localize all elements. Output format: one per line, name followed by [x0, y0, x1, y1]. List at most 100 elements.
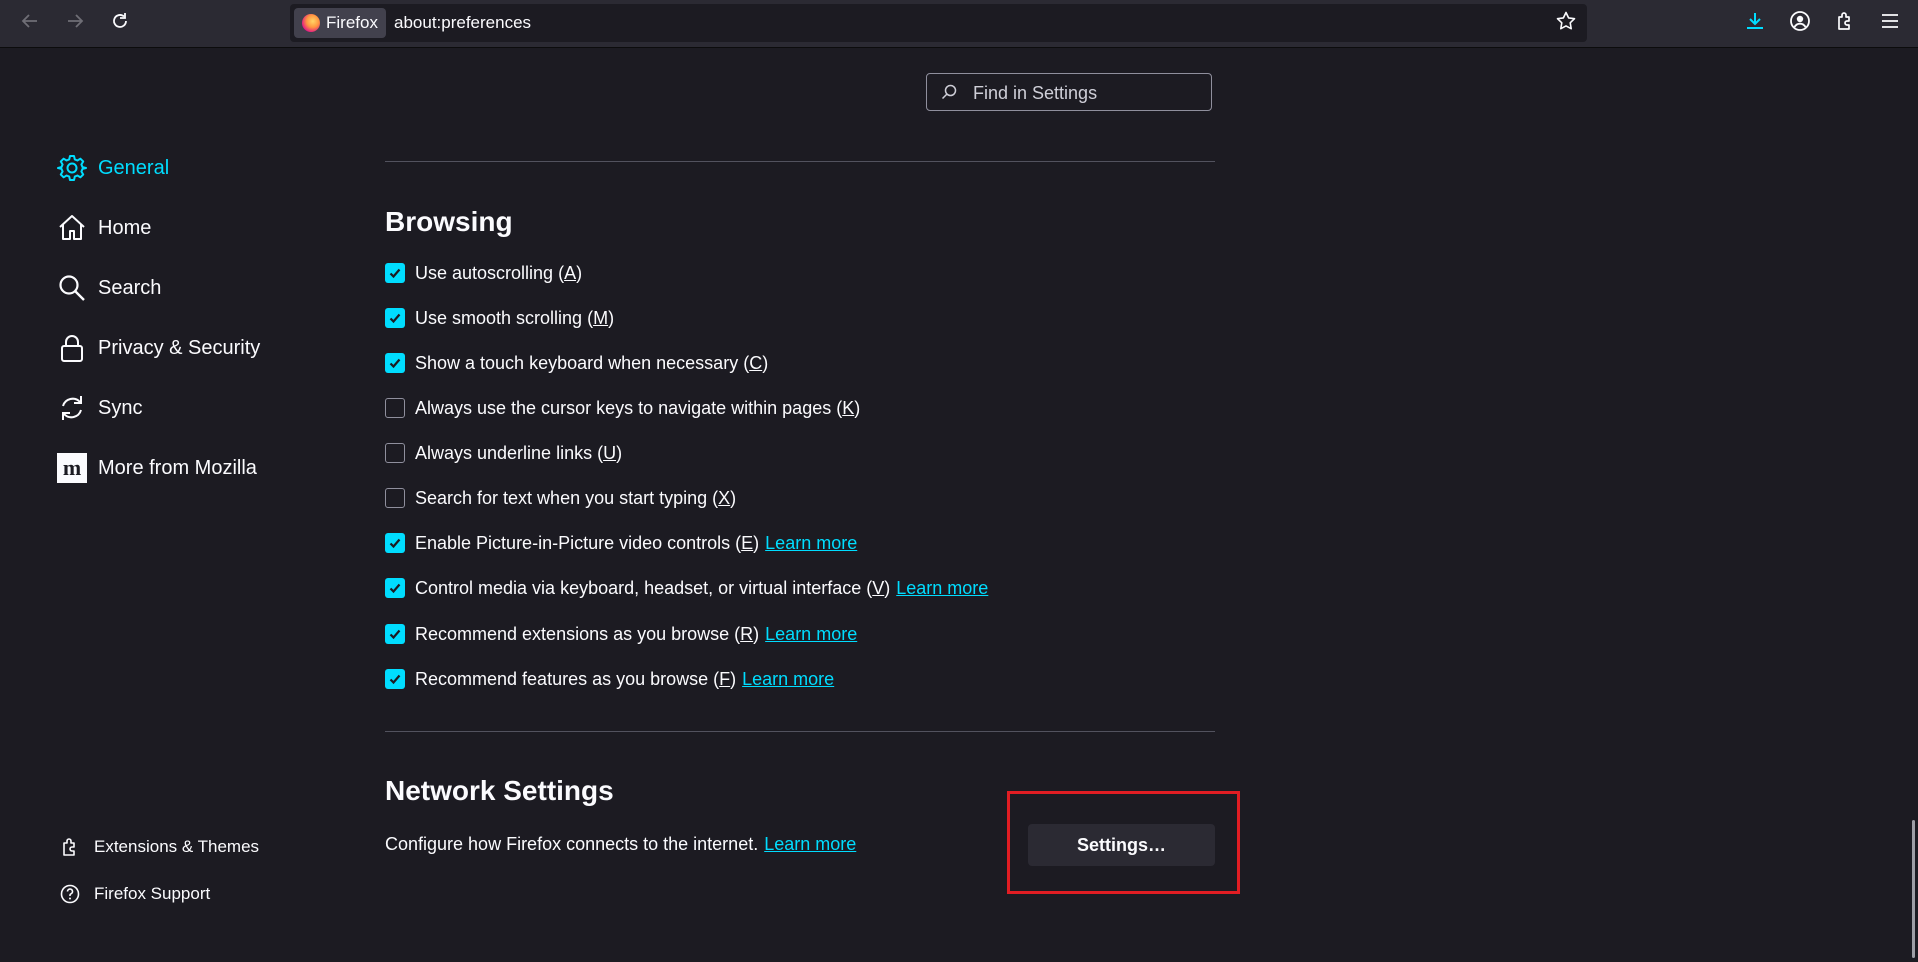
learn-more-link[interactable]: Learn more — [765, 533, 857, 554]
option-label-end: ) — [884, 577, 891, 598]
back-button[interactable] — [15, 8, 45, 38]
account-icon — [1789, 10, 1811, 37]
scrollbar-thumb[interactable] — [1912, 820, 1915, 958]
access-key: K — [842, 397, 855, 418]
option-label: Recommend features as you browse ( — [415, 668, 720, 689]
network-description: Configure how Firefox connects to the in… — [385, 834, 856, 855]
option-label: Use autoscrolling ( — [415, 262, 565, 283]
sidebar-item-label: General — [98, 156, 170, 179]
find-in-settings-input[interactable] — [971, 81, 1205, 105]
option-label: Use smooth scrolling ( — [415, 307, 594, 328]
checkbox[interactable] — [385, 533, 405, 553]
option-label: Always underline links ( — [415, 442, 604, 463]
search-icon — [941, 84, 957, 105]
browsing-option[interactable]: Always use the cursor keys to navigate w… — [385, 395, 860, 421]
section-divider — [385, 161, 1215, 162]
downloads-button[interactable] — [1740, 8, 1770, 38]
sidebar-item-more-from-mozilla[interactable]: m More from Mozilla — [56, 451, 257, 485]
checkmark-icon — [389, 583, 401, 594]
option-label: Show a touch keyboard when necessary ( — [415, 352, 750, 373]
access-key: C — [749, 352, 763, 373]
browsing-option[interactable]: Recommend extensions as you browse (R) Le… — [385, 621, 857, 647]
account-button[interactable] — [1785, 8, 1815, 38]
checkbox[interactable] — [385, 443, 405, 463]
access-key: R — [740, 623, 754, 644]
svg-text:m: m — [63, 455, 81, 480]
sidebar-firefox-support-link[interactable]: Firefox Support — [58, 881, 210, 907]
access-key: X — [718, 487, 731, 508]
sidebar-extensions-themes-link[interactable]: Extensions & Themes — [58, 834, 259, 860]
access-key: M — [593, 307, 609, 328]
sidebar-item-label: Sync — [98, 396, 143, 419]
checkmark-icon — [389, 358, 401, 369]
option-label-end: ) — [753, 623, 760, 644]
forward-button[interactable] — [60, 8, 90, 38]
url-text[interactable]: about:preferences — [394, 13, 531, 33]
sidebar-item-privacy[interactable]: Privacy & Security — [56, 331, 260, 365]
checkbox[interactable] — [385, 624, 405, 644]
browsing-option[interactable]: Recommend features as you browse (F) Lear… — [385, 666, 834, 692]
url-bar[interactable]: Firefox about:preferences — [290, 4, 1587, 42]
network-description-text: Configure how Firefox connects to the in… — [385, 834, 759, 854]
find-in-settings-box[interactable] — [926, 73, 1212, 111]
checkbox[interactable] — [385, 669, 405, 689]
mozilla-icon: m — [56, 452, 88, 484]
checkmark-icon — [389, 629, 401, 640]
extensions-button[interactable] — [1830, 8, 1860, 38]
identity-box[interactable]: Firefox — [294, 8, 386, 38]
sidebar-footer-label: Firefox Support — [94, 884, 211, 903]
browsing-option[interactable]: Use smooth scrolling (M) — [385, 305, 614, 331]
sidebar-item-search[interactable]: Search — [56, 271, 161, 305]
checkbox[interactable] — [385, 578, 405, 598]
option-label-end: ) — [576, 262, 583, 283]
access-key: E — [741, 532, 754, 553]
reload-button[interactable] — [105, 8, 135, 38]
puzzle-icon — [1834, 10, 1856, 37]
arrow-left-icon — [20, 11, 40, 36]
network-learn-more-link[interactable]: Learn more — [764, 834, 856, 854]
highlight-box — [1007, 791, 1240, 894]
home-icon — [56, 212, 88, 244]
browsing-option[interactable]: Enable Picture-in-Picture video controls… — [385, 530, 857, 556]
sidebar-item-general[interactable]: General — [56, 151, 169, 185]
learn-more-link[interactable]: Learn more — [896, 578, 988, 599]
checkbox[interactable] — [385, 308, 405, 328]
search-icon — [56, 272, 88, 304]
arrow-right-icon — [65, 11, 85, 36]
option-label: Always use the cursor keys to navigate w… — [415, 397, 843, 418]
checkbox[interactable] — [385, 353, 405, 373]
checkmark-icon — [389, 313, 401, 324]
gear-icon — [56, 152, 88, 184]
browsing-option[interactable]: Use autoscrolling (A) — [385, 260, 582, 286]
option-label-end: ) — [608, 307, 615, 328]
option-label-end: ) — [616, 442, 623, 463]
browsing-option[interactable]: Search for text when you start typing (X… — [385, 485, 736, 511]
sidebar-footer-label: Extensions & Themes — [94, 837, 260, 856]
bookmark-star-button[interactable] — [1551, 8, 1581, 38]
sidebar-item-home[interactable]: Home — [56, 211, 151, 245]
option-label: Enable Picture-in-Picture video controls… — [415, 532, 742, 553]
app-menu-button[interactable] — [1875, 8, 1905, 38]
sidebar-item-label: Privacy & Security — [98, 336, 261, 359]
checkbox[interactable] — [385, 398, 405, 418]
access-key: F — [719, 668, 731, 689]
learn-more-link[interactable]: Learn more — [742, 669, 834, 690]
option-label-end: ) — [730, 487, 737, 508]
sidebar-item-sync[interactable]: Sync — [56, 391, 142, 425]
browser-toolbar: Firefox about:preferences — [0, 0, 1918, 48]
checkbox[interactable] — [385, 263, 405, 283]
access-key: A — [564, 262, 577, 283]
puzzle-icon — [58, 835, 82, 859]
sidebar-item-label: Search — [98, 276, 162, 299]
firefox-logo-icon — [302, 14, 320, 32]
checkbox[interactable] — [385, 488, 405, 508]
browsing-option[interactable]: Control media via keyboard, headset, or … — [385, 575, 988, 601]
learn-more-link[interactable]: Learn more — [765, 624, 857, 645]
browsing-option[interactable]: Show a touch keyboard when necessary (C) — [385, 350, 768, 376]
browsing-option[interactable]: Always underline links (U) — [385, 440, 622, 466]
option-label-end: ) — [753, 532, 760, 553]
browsing-heading: Browsing — [385, 206, 513, 237]
access-key: U — [603, 442, 617, 463]
star-icon — [1555, 10, 1577, 37]
option-label-end: ) — [762, 352, 769, 373]
